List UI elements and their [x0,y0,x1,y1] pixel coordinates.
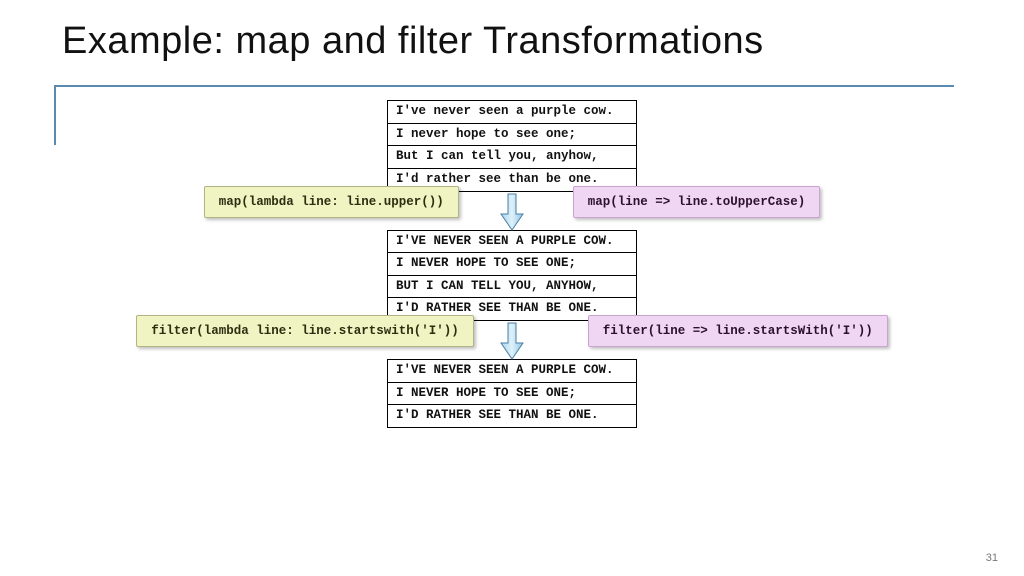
filter-scala-box: filter(line => line.startsWith('I')) [588,315,888,347]
table-row: I NEVER HOPE TO SEE ONE; [388,253,637,276]
slide-title: Example: map and filter Transformations [62,20,764,63]
table-row: I'D RATHER SEE THAN BE ONE. [388,405,637,428]
table-filtered: I'VE NEVER SEEN A PURPLE COW. I NEVER HO… [387,359,637,428]
filter-python-box: filter(lambda line: line.startswith('I')… [136,315,474,347]
page-number: 31 [986,552,998,564]
op-row-map: map(lambda line: line.upper()) map(line … [0,186,1024,218]
table-row: I've never seen a purple cow. [388,101,637,124]
table-row: I NEVER HOPE TO SEE ONE; [388,382,637,405]
table-row: I never hope to see one; [388,123,637,146]
table-original: I've never seen a purple cow. I never ho… [387,100,637,192]
op-row-filter: filter(lambda line: line.startswith('I')… [0,315,1024,347]
table-row: BUT I CAN TELL YOU, ANYHOW, [388,275,637,298]
map-scala-box: map(line => line.toUpperCase) [573,186,821,218]
table-row: I'VE NEVER SEEN A PURPLE COW. [388,360,637,383]
table-row: But I can tell you, anyhow, [388,146,637,169]
title-underline [54,85,954,87]
map-python-box: map(lambda line: line.upper()) [204,186,459,218]
diagram-stage: I've never seen a purple cow. I never ho… [0,100,1024,428]
table-row: I'VE NEVER SEEN A PURPLE COW. [388,230,637,253]
table-mapped: I'VE NEVER SEEN A PURPLE COW. I NEVER HO… [387,230,637,322]
